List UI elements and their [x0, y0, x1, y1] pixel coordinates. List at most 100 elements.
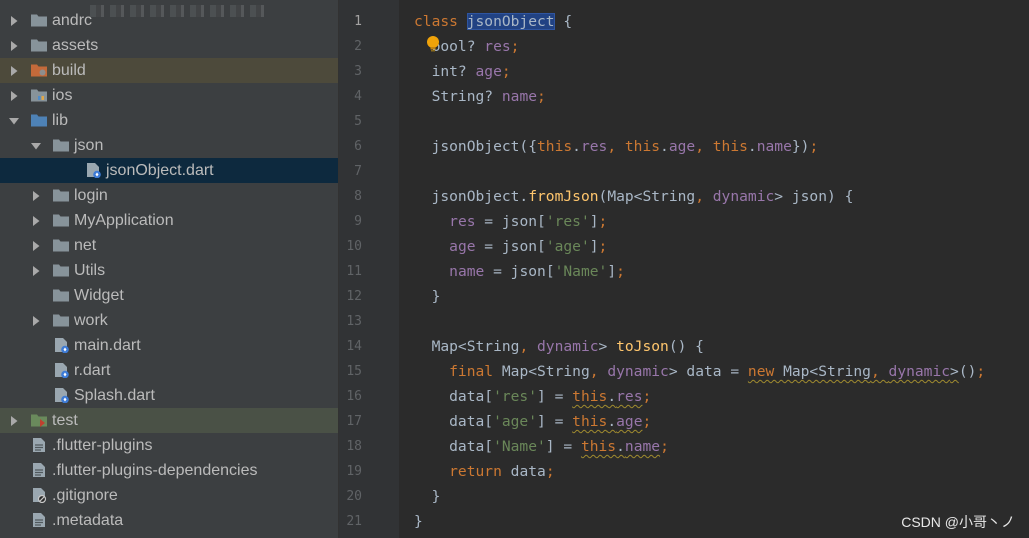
folder-icon — [30, 12, 48, 28]
code-token: 'res' — [493, 388, 538, 405]
code-token: (Map<String — [598, 188, 696, 205]
chevron-right-icon[interactable] — [30, 190, 42, 202]
code-line[interactable]: } — [414, 509, 423, 534]
code-token: , — [695, 188, 713, 205]
code-line[interactable]: } — [414, 484, 441, 509]
code-token: 'age' — [493, 413, 538, 430]
code-token: = json[ — [475, 213, 546, 230]
tree-item-main-dart[interactable]: main.dart — [0, 333, 338, 358]
tree-item-jsonobject-dart[interactable]: jsonObject.dart — [0, 158, 338, 183]
code-token: res — [616, 388, 643, 405]
code-token: { — [554, 13, 573, 30]
code-token: > data = — [668, 363, 748, 380]
tree-item-dot-flutter-plugins-dependencies[interactable]: .flutter-plugins-dependencies — [0, 458, 338, 483]
code-token: ; — [537, 88, 546, 105]
chevron-right-icon[interactable] — [8, 65, 20, 77]
code-line[interactable]: data['age'] = this.age; — [414, 409, 651, 434]
chevron-right-icon[interactable] — [30, 315, 42, 327]
line-number: 5 — [354, 114, 362, 129]
chevron-right-icon[interactable] — [8, 90, 20, 102]
code-token: this — [572, 413, 608, 430]
project-tree[interactable]: andrc assets build ios lib json jsonObject.dar… — [0, 0, 338, 538]
chevron-right-icon[interactable] — [8, 40, 20, 52]
tree-item-utils[interactable]: Utils — [0, 258, 338, 283]
editor-gutter[interactable]: 1 2 3 4 5 6 7 8 9 10 11 12 13 14 15 16 17 18 19 20 21 — [339, 0, 413, 538]
dart-file-icon — [84, 162, 102, 179]
code-token: ] — [589, 238, 599, 255]
tree-item-test[interactable]: test — [0, 408, 338, 433]
code-line[interactable]: Map<String, dynamic> toJson() { — [414, 334, 704, 359]
code-line[interactable]: jsonObject({this.res, this.age, this.nam… — [414, 134, 819, 159]
code-line[interactable]: } — [414, 284, 441, 309]
tree-item-widget[interactable]: Widget — [0, 283, 338, 308]
code-token: age — [475, 63, 502, 80]
code-line[interactable]: name = json['Name']; — [414, 259, 625, 284]
text-file-icon — [30, 437, 48, 453]
tree-item-net[interactable]: net — [0, 233, 338, 258]
dart-file-icon — [52, 337, 70, 354]
tree-item-dot-metadata[interactable]: .metadata — [0, 508, 338, 533]
tree-item-lib[interactable]: lib — [0, 108, 338, 133]
line-number: 3 — [354, 64, 362, 79]
tree-item-label: login — [74, 186, 108, 204]
code-token: . — [660, 138, 669, 155]
chevron-right-icon[interactable] — [30, 240, 42, 252]
chevron-down-icon[interactable] — [30, 140, 42, 152]
excluded-folder-icon — [30, 62, 48, 78]
chevron-right-icon[interactable] — [8, 415, 20, 427]
line-number: 7 — [354, 164, 362, 179]
code-token: return — [414, 463, 511, 480]
code-line[interactable]: res = json['res']; — [414, 209, 607, 234]
line-number: 6 — [354, 139, 362, 154]
code-line[interactable]: final Map<String, dynamic> data = new Ma… — [414, 359, 985, 384]
module-folder-icon — [30, 87, 48, 103]
tree-item-dot-gitignore[interactable]: .gitignore — [0, 483, 338, 508]
code-token: }) — [791, 138, 810, 155]
code-token: > — [598, 338, 617, 355]
tree-item-work[interactable]: work — [0, 308, 338, 333]
tree-item-login[interactable]: login — [0, 183, 338, 208]
tree-item-myapplication[interactable]: MyApplication — [0, 208, 338, 233]
gitignore-file-icon — [30, 487, 48, 504]
chevron-down-icon[interactable] — [8, 115, 20, 127]
tree-item-r-dart[interactable]: r.dart — [0, 358, 338, 383]
code-token: name — [501, 88, 538, 105]
tree-item-ios[interactable]: ios — [0, 83, 338, 108]
code-line[interactable]: data['res'] = this.res; — [414, 384, 651, 409]
code-token: 'res' — [545, 213, 590, 230]
lightbulb-icon[interactable] — [426, 35, 440, 53]
code-line[interactable]: age = json['age']; — [414, 234, 607, 259]
chevron-right-icon[interactable] — [30, 265, 42, 277]
chevron-right-icon[interactable] — [8, 15, 20, 27]
code-token: Map<String — [414, 338, 520, 355]
tree-item-build[interactable]: build — [0, 58, 338, 83]
code-line[interactable]: String? name; — [414, 84, 546, 109]
tree-item-splash-dart[interactable]: Splash.dart — [0, 383, 338, 408]
code-token: = json[ — [484, 263, 555, 280]
code-token: } — [414, 288, 441, 305]
line-number: 2 — [354, 39, 362, 54]
code-token: this — [580, 438, 617, 455]
code-token: ] — [607, 263, 617, 280]
code-line[interactable]: jsonObject.fromJson(Map<String, dynamic>… — [414, 184, 854, 209]
code-token: ; — [616, 263, 625, 280]
code-token: ; — [510, 38, 520, 55]
code-token: Map<String — [501, 363, 590, 380]
code-line[interactable]: int? age; — [414, 59, 511, 84]
tree-item-dot-flutter-plugins[interactable]: .flutter-plugins — [0, 433, 338, 458]
tree-item-label: .metadata — [52, 511, 124, 529]
code-token: dynamic — [607, 363, 669, 380]
code-token: this — [572, 388, 608, 405]
tree-item-assets[interactable]: assets — [0, 33, 338, 58]
code-editor[interactable]: class jsonObject { bool? res; int? age; … — [399, 0, 1029, 538]
chevron-right-icon[interactable] — [30, 215, 42, 227]
tree-item-json[interactable]: json — [0, 133, 338, 158]
tree-item-label: r.dart — [74, 361, 111, 379]
code-line[interactable]: return data; — [414, 459, 554, 484]
code-line[interactable]: class jsonObject { — [414, 9, 572, 34]
highlighted-identifier: jsonObject — [466, 13, 555, 30]
code-token: this — [537, 138, 573, 155]
line-number: 11 — [346, 264, 362, 279]
code-line[interactable]: data['Name'] = this.name; — [414, 434, 669, 459]
